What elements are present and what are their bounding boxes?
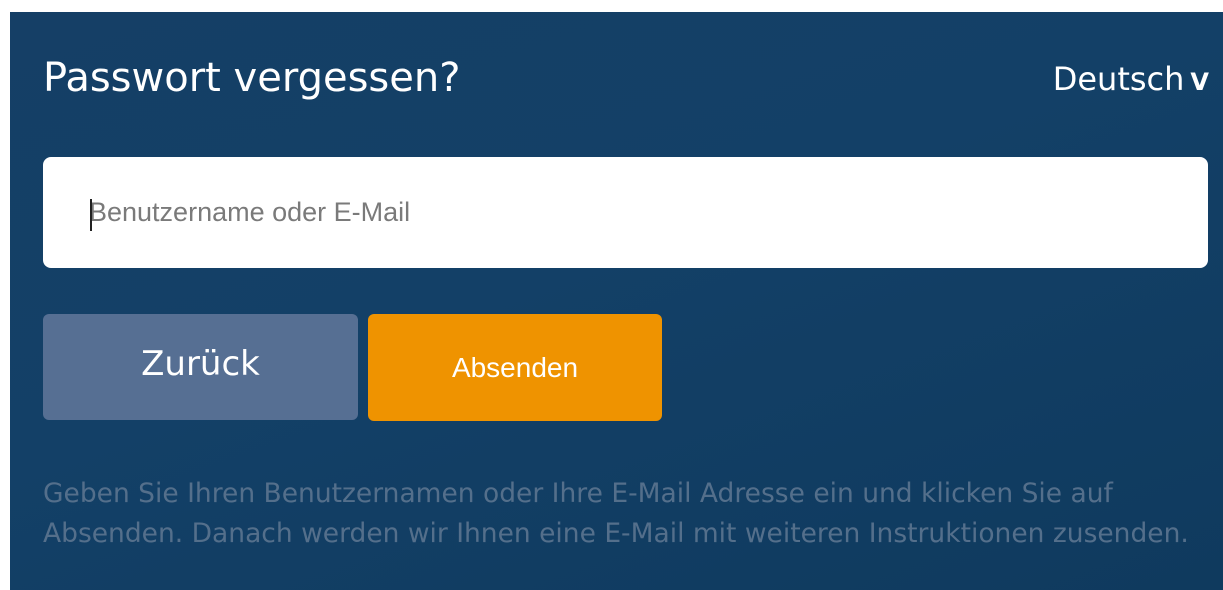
chevron-down-icon: V	[1190, 68, 1209, 96]
page-title: Passwort vergessen?	[43, 55, 461, 101]
text-caret	[90, 199, 92, 231]
help-text: Geben Sie Ihren Benutzernamen oder Ihre …	[43, 478, 1189, 549]
forgot-password-panel: Passwort vergessen? Deutsch V Zurück Abs…	[10, 12, 1223, 590]
submit-button[interactable]: Absenden	[368, 314, 662, 421]
username-email-input[interactable]	[43, 157, 1208, 268]
language-selector[interactable]: Deutsch V	[1053, 60, 1209, 98]
page: Passwort vergessen? Deutsch V Zurück Abs…	[0, 0, 1223, 590]
language-label: Deutsch	[1052, 60, 1185, 98]
back-button[interactable]: Zurück	[43, 314, 358, 420]
